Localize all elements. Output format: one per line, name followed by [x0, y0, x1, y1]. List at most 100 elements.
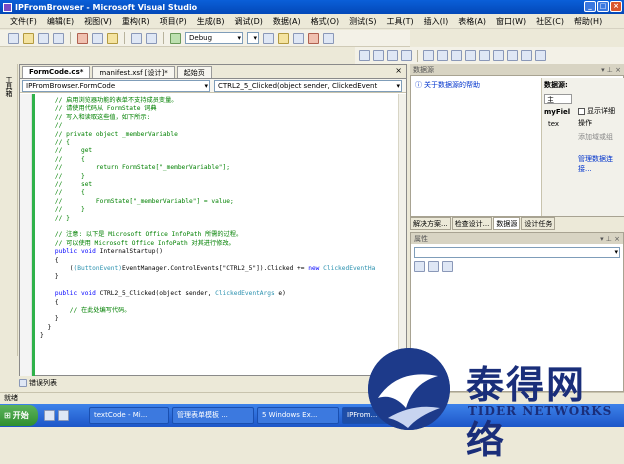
panel-pin-icon[interactable]: ▾ ⊥ × [601, 66, 621, 74]
tab-data-source[interactable]: 数据源 [493, 217, 521, 230]
menu-item[interactable]: 格式(O) [311, 16, 340, 27]
toolbox-tab[interactable]: 工具箱 [4, 76, 14, 97]
menu-item[interactable]: 生成(B) [197, 16, 225, 27]
undo-icon[interactable] [131, 32, 142, 44]
prev-bookmark-icon[interactable] [465, 50, 476, 61]
paste-icon[interactable] [107, 32, 118, 44]
logo-emblem [368, 348, 450, 430]
copy-icon[interactable] [92, 32, 103, 44]
menu-item[interactable]: 视图(V) [84, 16, 112, 27]
new-project-icon[interactable] [8, 32, 19, 44]
code-editor: FormCode.cs* manifest.xsf [设计]* 起始页 × IP… [19, 64, 407, 376]
close-button[interactable]: × [610, 1, 622, 12]
windows-logo-icon: ⊞ [4, 411, 11, 420]
menu-item[interactable]: 调试(D) [234, 16, 262, 27]
watermark-logo: 泰得网络 TIDER NETWORKS [368, 340, 624, 462]
menu-item[interactable]: 重构(R) [122, 16, 150, 27]
align-left-icon[interactable] [359, 50, 370, 61]
clear-bookmarks-icon[interactable] [535, 50, 546, 61]
solution-explorer-icon[interactable] [278, 32, 289, 44]
menu-item[interactable]: 窗口(W) [496, 16, 526, 27]
taskbar-item-textcode[interactable]: textCode - Mi... [89, 407, 169, 424]
outdent-icon[interactable] [507, 50, 518, 61]
tab-formcode[interactable]: FormCode.cs* [22, 66, 91, 78]
class-dropdown[interactable]: IPFromBrowser.FormCode [22, 79, 210, 92]
menu-item[interactable]: 插入(I) [424, 16, 449, 27]
redo-icon[interactable] [146, 32, 157, 44]
tab-design-checker[interactable]: 检查设计... [451, 217, 493, 230]
open-file-icon[interactable] [23, 32, 34, 44]
alphabetical-icon[interactable] [428, 261, 439, 272]
taskbar-item-manage-templates[interactable]: 管理表单模板 ... [172, 407, 254, 424]
toolbox-icon[interactable] [308, 32, 319, 44]
datasource-selector[interactable]: 主 [544, 94, 572, 104]
window-title: IPFromBrowser - Microsoft Visual Studio [15, 2, 198, 12]
vertical-scrollbar[interactable] [398, 94, 406, 376]
add-node-link[interactable]: 添加域或组 [578, 132, 622, 142]
code-line: // 写入和读取这些值，如下所示: [40, 113, 151, 121]
menu-item[interactable]: 帮助(H) [574, 16, 602, 27]
tab-manifest[interactable]: manifest.xsf [设计]* [92, 66, 175, 78]
properties-icon[interactable] [293, 32, 304, 44]
menu-item[interactable]: 工具(T) [386, 16, 413, 27]
properties-pin-icon[interactable]: ▾ ⊥ × [600, 235, 620, 243]
code-area[interactable]: // 启用浏览器功能的表单不支持成员变量。 // 请使用代码从 FormStat… [20, 94, 400, 376]
toolbar-separator [163, 32, 164, 44]
menu-item[interactable]: 数据(A) [273, 16, 301, 27]
change-tracking-bar [32, 94, 35, 376]
code-line: // [40, 122, 63, 130]
menu-item[interactable]: 表格(A) [458, 16, 486, 27]
tab-design-tasks[interactable]: 设计任务 [521, 217, 556, 230]
show-desktop-icon[interactable] [44, 410, 55, 421]
minimize-button[interactable]: _ [584, 1, 596, 12]
align-right-icon[interactable] [387, 50, 398, 61]
menu-item[interactable]: 项目(P) [160, 16, 187, 27]
menu-item[interactable]: 编辑(E) [47, 16, 74, 27]
close-document-icon[interactable]: × [395, 66, 402, 75]
save-icon[interactable] [38, 32, 49, 44]
menu-item[interactable]: 社区(C) [536, 16, 564, 27]
next-bookmark-icon[interactable] [479, 50, 490, 61]
standard-toolbar: Debug [0, 30, 410, 47]
uncomment-icon[interactable] [437, 50, 448, 61]
code-line: // private object _memberVariable [40, 130, 178, 138]
bookmark-icon[interactable] [451, 50, 462, 61]
format-icon[interactable] [521, 50, 532, 61]
configuration-dropdown[interactable]: Debug [185, 32, 243, 44]
align-top-icon[interactable] [401, 50, 412, 61]
checkbox-box [578, 107, 585, 115]
menu-item[interactable]: 文件(F) [10, 16, 37, 27]
status-text: 就绪 [4, 394, 18, 402]
cut-icon[interactable] [77, 32, 88, 44]
code-line: // } [40, 206, 85, 214]
manage-connections-link[interactable]: 管理数据连接... [578, 154, 622, 174]
find-icon[interactable] [263, 32, 274, 44]
menu-item[interactable]: 测试(S) [349, 16, 376, 27]
start-debug-icon[interactable] [170, 32, 181, 44]
error-list-tab[interactable]: 错误列表 [19, 377, 79, 389]
ie-icon[interactable] [58, 410, 69, 421]
taskbar-item-windows-explorer[interactable]: 5 Windows Ex... [257, 407, 339, 424]
datasource-help-link[interactable]: ⓘ 关于数据源的帮助 [415, 80, 480, 90]
indent-icon[interactable] [493, 50, 504, 61]
properties-title: 属性 [414, 234, 428, 243]
align-center-icon[interactable] [373, 50, 384, 61]
code-line: // 在此处编写代码。 [40, 307, 131, 314]
platform-dropdown[interactable] [247, 32, 259, 44]
datasource-label: 数据源: [544, 81, 568, 89]
object-selector-dropdown[interactable]: ▾ [414, 247, 620, 258]
document-tabs: FormCode.cs* manifest.xsf [设计]* 起始页 × [20, 65, 406, 79]
save-all-icon[interactable] [53, 32, 64, 44]
maximize-button[interactable]: □ [597, 1, 609, 12]
start-button[interactable]: ⊞ 开始 [0, 405, 38, 426]
logo-swirl-icon [368, 348, 450, 430]
comment-icon[interactable] [423, 50, 434, 61]
object-browser-icon[interactable] [323, 32, 334, 44]
tab-solution-explorer[interactable]: 解决方案... [410, 217, 451, 230]
tab-start-page[interactable]: 起始页 [176, 66, 212, 78]
code-line: } [40, 323, 52, 331]
show-details-checkbox[interactable]: 显示详细 [578, 106, 615, 116]
member-dropdown[interactable]: CTRL2_5_Clicked(object sender, ClickedEv… [214, 79, 402, 92]
categorized-icon[interactable] [414, 261, 425, 272]
property-pages-icon[interactable] [442, 261, 453, 272]
